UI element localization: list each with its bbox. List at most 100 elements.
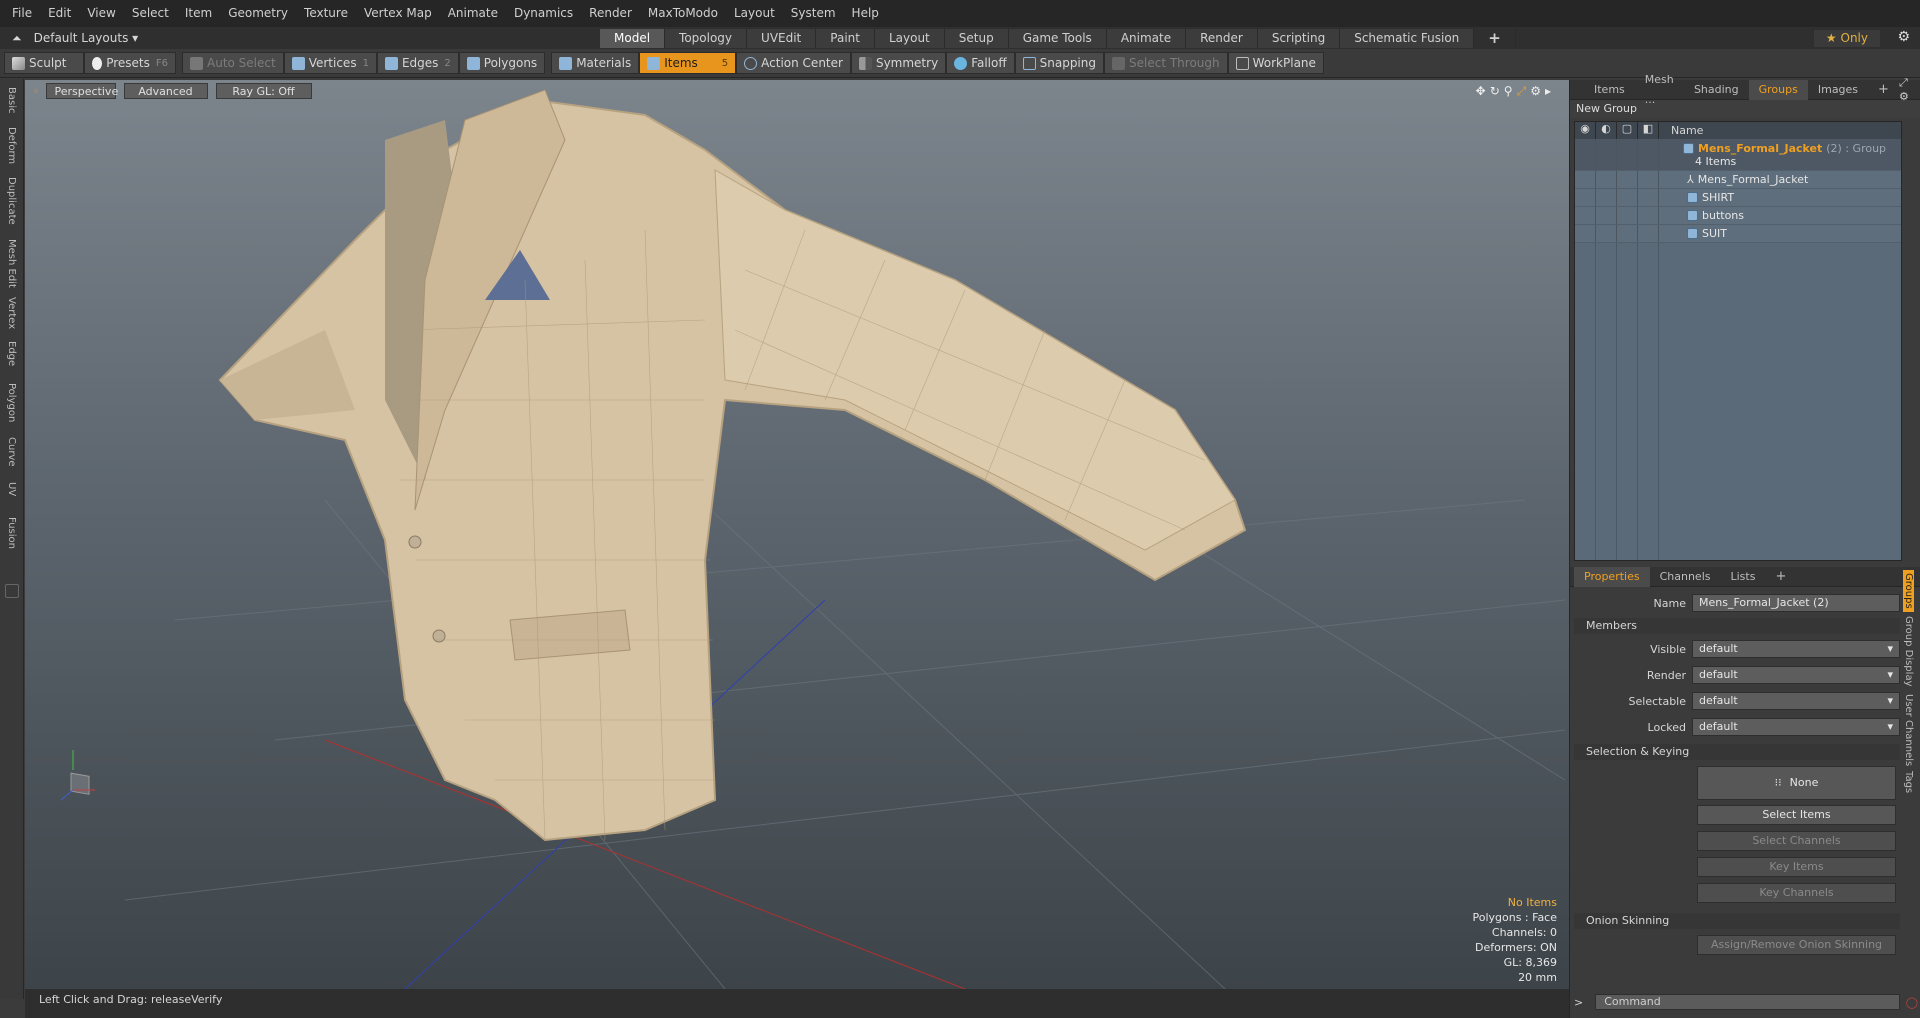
assign-onion-button[interactable]: Assign/Remove Onion Skinning bbox=[1697, 935, 1896, 955]
workplane-button[interactable]: WorkPlane bbox=[1227, 52, 1324, 74]
tree-row-child[interactable]: SUIT bbox=[1575, 225, 1901, 243]
render-icon[interactable]: ◐ bbox=[1596, 122, 1617, 139]
gear-icon[interactable]: ⚙ bbox=[1897, 29, 1910, 45]
name-field[interactable]: Mens_Formal_Jacket (2) bbox=[1692, 594, 1900, 612]
layouts-dropdown[interactable]: ⏶ Default Layouts ▾ bbox=[0, 31, 600, 46]
left-tab-mesh-edit[interactable]: Mesh Edit bbox=[4, 239, 18, 288]
action-center-button[interactable]: Action Center bbox=[736, 52, 851, 74]
lock-icon[interactable]: ▢ bbox=[1617, 122, 1638, 139]
menu-view[interactable]: View bbox=[79, 0, 123, 27]
tab-lists[interactable]: Lists bbox=[1721, 567, 1766, 587]
side-tab-groups[interactable]: Groups bbox=[1903, 570, 1914, 612]
move-view-icon[interactable]: ✥ bbox=[1476, 84, 1486, 99]
tab-scripting[interactable]: Scripting bbox=[1257, 28, 1341, 48]
side-tab-tags[interactable]: Tags bbox=[1903, 771, 1914, 793]
menu-item[interactable]: Item bbox=[177, 0, 220, 27]
tab-topology[interactable]: Topology bbox=[665, 28, 748, 48]
left-tab-edge[interactable]: Edge bbox=[4, 341, 18, 366]
polygons-button[interactable]: Polygons bbox=[458, 52, 546, 74]
tab-groups[interactable]: Groups bbox=[1748, 79, 1808, 100]
advanced-button[interactable]: Advanced bbox=[123, 83, 208, 99]
side-tab-group-display[interactable]: Group Display bbox=[1903, 616, 1914, 686]
eye-icon[interactable]: ◉ bbox=[1575, 122, 1596, 139]
tab-render[interactable]: Render bbox=[1186, 28, 1258, 48]
select-icon[interactable]: ◧ bbox=[1638, 122, 1659, 139]
none-selector-button[interactable]: ⁝⁝ None bbox=[1697, 766, 1896, 800]
members-section[interactable]: Members bbox=[1574, 618, 1900, 634]
left-tab-uv[interactable]: UV bbox=[4, 482, 18, 496]
menu-animate[interactable]: Animate bbox=[440, 0, 506, 27]
left-tab-polygon[interactable]: Polygon bbox=[4, 383, 18, 422]
add-tab-button[interactable]: + bbox=[1474, 28, 1516, 48]
tab-setup[interactable]: Setup bbox=[944, 28, 1009, 48]
auto-select-button[interactable]: Auto Select bbox=[182, 52, 284, 74]
tab-uvedit[interactable]: UVEdit bbox=[747, 28, 817, 48]
selection-keying-section[interactable]: Selection & Keying bbox=[1574, 744, 1900, 760]
menu-layout[interactable]: Layout bbox=[726, 0, 783, 27]
menu-render[interactable]: Render bbox=[581, 0, 640, 27]
tree-row-child[interactable]: SHIRT bbox=[1575, 189, 1901, 207]
add-props-tab-button[interactable]: + bbox=[1765, 567, 1796, 587]
key-items-button[interactable]: Key Items bbox=[1697, 857, 1896, 877]
select-items-button[interactable]: Select Items bbox=[1697, 805, 1896, 825]
vertices-button[interactable]: Vertices 1 bbox=[283, 52, 377, 74]
menu-dynamics[interactable]: Dynamics bbox=[506, 0, 581, 27]
tab-layout[interactable]: Layout bbox=[874, 28, 945, 48]
add-panel-tab-button[interactable]: + bbox=[1868, 80, 1899, 100]
tab-shading[interactable]: Shading bbox=[1684, 80, 1749, 100]
menu-texture[interactable]: Texture bbox=[296, 0, 356, 27]
tree-row-child[interactable]: buttons bbox=[1575, 207, 1901, 225]
left-tab-curve[interactable]: Curve bbox=[4, 437, 18, 467]
raygl-button[interactable]: Ray GL: Off bbox=[215, 83, 312, 99]
viewport-expand-icon[interactable]: ▸ bbox=[1545, 84, 1551, 99]
tab-animate[interactable]: Animate bbox=[1106, 28, 1187, 48]
viewport-gear-icon[interactable]: ⚙ bbox=[1530, 84, 1541, 99]
locked-select[interactable]: default ▾ bbox=[1692, 718, 1900, 736]
select-channels-button[interactable]: Select Channels bbox=[1697, 831, 1896, 851]
tab-game-tools[interactable]: Game Tools bbox=[1008, 28, 1107, 48]
left-tab-fusion[interactable]: Fusion bbox=[4, 517, 18, 549]
command-input[interactable]: Command bbox=[1595, 994, 1900, 1010]
tab-items[interactable]: Items bbox=[1584, 80, 1635, 100]
menu-maxtomodo[interactable]: MaxToModo bbox=[640, 0, 726, 27]
symmetry-button[interactable]: Symmetry bbox=[850, 52, 947, 74]
left-tab-basic[interactable]: Basic bbox=[4, 87, 18, 113]
left-tab-duplicate[interactable]: Duplicate bbox=[4, 177, 18, 225]
expand-toggle-icon[interactable] bbox=[5, 584, 19, 598]
menu-file[interactable]: File bbox=[4, 0, 40, 27]
3d-viewport[interactable]: ◦ Perspective Advanced Ray GL: Off ✥ ↻ ⚲… bbox=[25, 80, 1569, 989]
tab-channels[interactable]: Channels bbox=[1650, 567, 1721, 587]
tab-images[interactable]: Images bbox=[1808, 80, 1868, 100]
collapse-arrow-icon[interactable]: ⏶ bbox=[12, 31, 22, 46]
onion-skinning-section[interactable]: Onion Skinning bbox=[1574, 913, 1900, 929]
rotate-view-icon[interactable]: ↻ bbox=[1490, 84, 1500, 99]
key-channels-button[interactable]: Key Channels bbox=[1697, 883, 1896, 903]
left-tab-deform[interactable]: Deform bbox=[4, 127, 18, 164]
edges-button[interactable]: Edges 2 bbox=[376, 52, 459, 74]
tab-schematic-fusion[interactable]: Schematic Fusion bbox=[1340, 28, 1475, 48]
record-icon[interactable]: ◯ bbox=[1906, 996, 1918, 1009]
new-group-button[interactable]: New Group bbox=[1570, 100, 1920, 118]
menu-select[interactable]: Select bbox=[124, 0, 177, 27]
selectable-select[interactable]: default ▾ bbox=[1692, 692, 1900, 710]
fit-view-icon[interactable]: ⤢ bbox=[1517, 84, 1527, 99]
visible-select[interactable]: default ▾ bbox=[1692, 640, 1900, 658]
select-through-button[interactable]: Select Through bbox=[1104, 52, 1228, 74]
left-tab-vertex[interactable]: Vertex bbox=[4, 297, 18, 329]
render-select[interactable]: default ▾ bbox=[1692, 666, 1900, 684]
items-button[interactable]: Items 5 bbox=[639, 52, 737, 74]
menu-geometry[interactable]: Geometry bbox=[220, 0, 296, 27]
tree-row-group[interactable]: Mens_Formal_Jacket (2) : Group 4 Items bbox=[1575, 139, 1901, 171]
side-tab-user-channels[interactable]: User Channels bbox=[1903, 694, 1914, 766]
perspective-button[interactable]: Perspective bbox=[45, 83, 118, 99]
falloff-button[interactable]: Falloff bbox=[946, 52, 1015, 74]
viewport-menu-icon[interactable]: ◦ bbox=[33, 85, 40, 98]
tree-row-child[interactable]: ⅄ Mens_Formal_Jacket bbox=[1575, 171, 1901, 189]
only-button[interactable]: ★ Only bbox=[1813, 30, 1880, 47]
tab-model[interactable]: Model bbox=[600, 28, 666, 48]
tab-mesh[interactable]: Mesh ... bbox=[1635, 70, 1684, 110]
materials-button[interactable]: Materials bbox=[551, 52, 640, 74]
menu-help[interactable]: Help bbox=[844, 0, 887, 27]
panel-expand-icon[interactable]: ⤢ ⚙ bbox=[1899, 76, 1914, 103]
zoom-view-icon[interactable]: ⚲ bbox=[1504, 84, 1513, 99]
